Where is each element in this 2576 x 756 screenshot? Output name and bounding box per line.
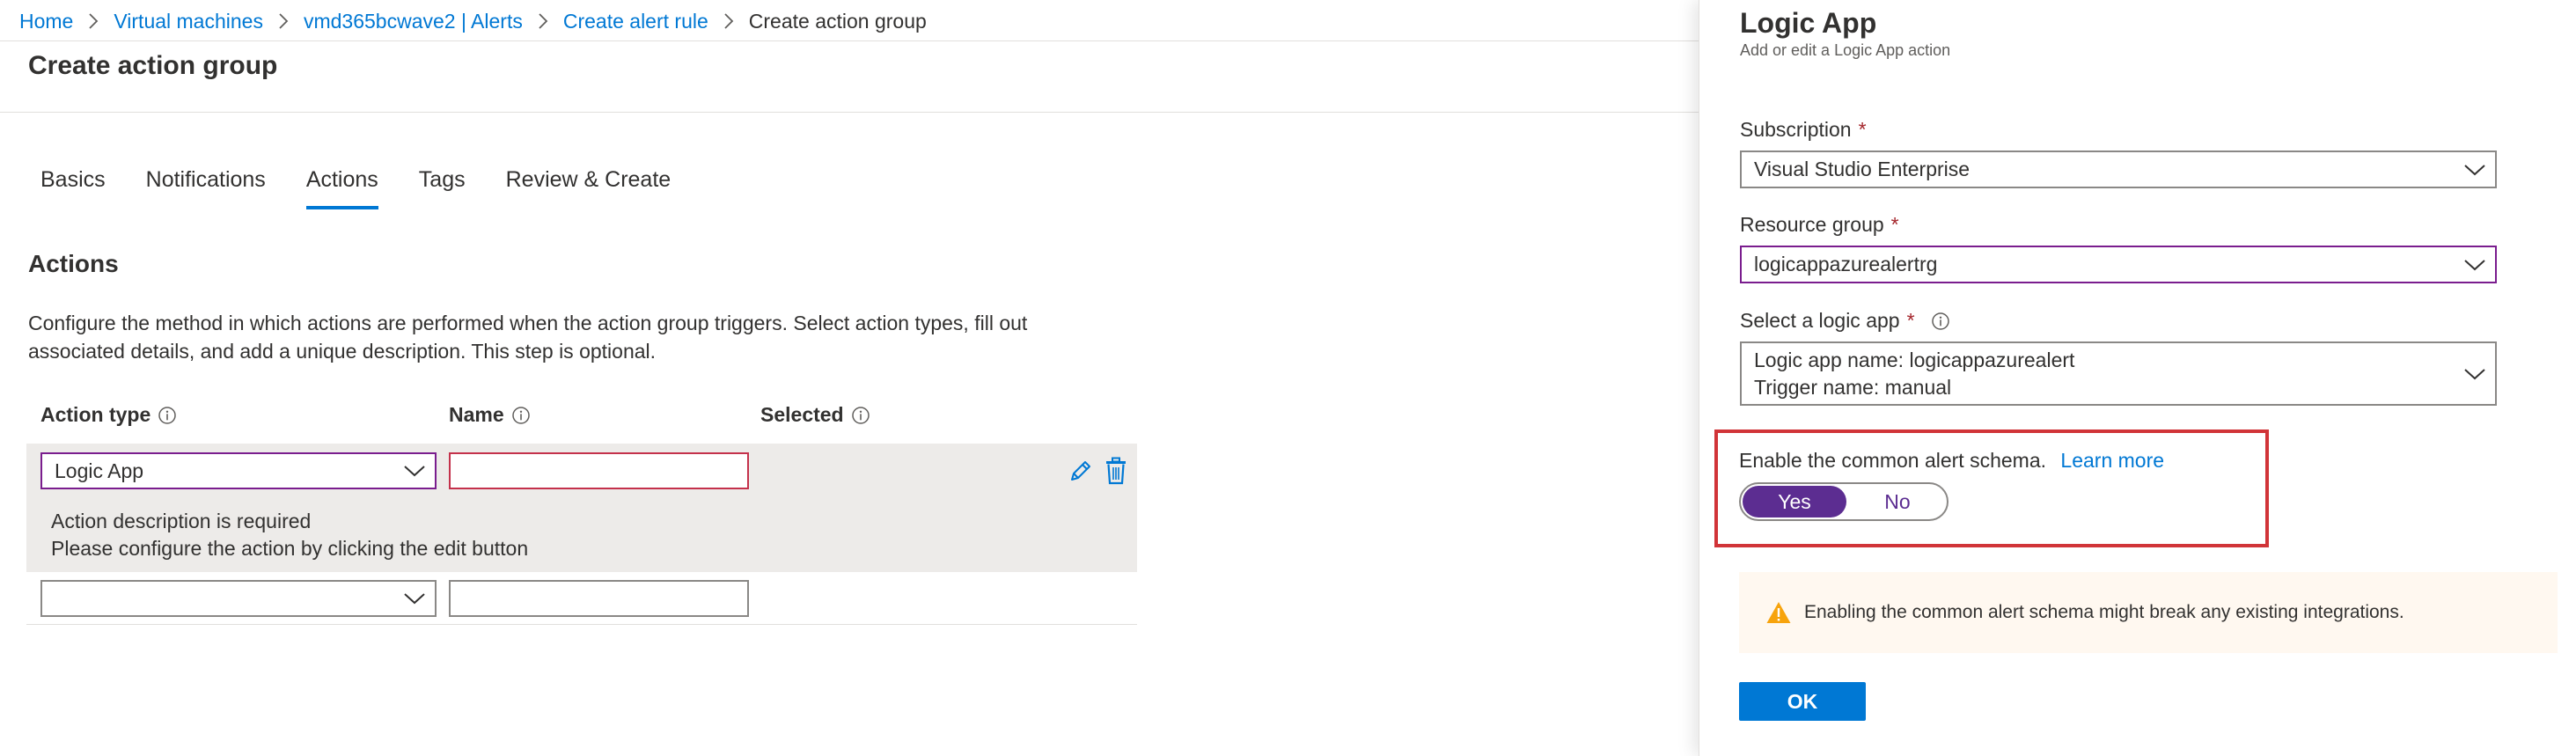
- row-message-line1: Action description is required: [51, 510, 312, 532]
- actions-section-title: Actions: [28, 250, 119, 277]
- column-header-selected: Selected: [760, 403, 870, 427]
- trigger-name-value: Trigger name: manual: [1754, 375, 1952, 399]
- common-alert-schema-label: Enable the common alert schema. Learn mo…: [1739, 449, 2164, 473]
- row-message-line2: Please configure the action by clicking …: [51, 537, 529, 560]
- info-icon[interactable]: [511, 406, 531, 425]
- actions-description-line2: associated details, and add a unique des…: [28, 340, 657, 363]
- learn-more-link[interactable]: Learn more: [2060, 449, 2164, 472]
- tab-tags[interactable]: Tags: [419, 167, 466, 209]
- schema-label-text: Enable the common alert schema.: [1739, 449, 2047, 472]
- column-header-label: Action type: [40, 403, 151, 426]
- warning-icon: [1765, 600, 1792, 625]
- delete-icon[interactable]: [1102, 456, 1130, 486]
- schema-warning-banner: Enabling the common alert schema might b…: [1739, 572, 2558, 653]
- breadcrumb-current: Create action group: [748, 9, 927, 33]
- action-name-input-empty[interactable]: [449, 580, 749, 617]
- create-action-group-page: Home Virtual machines vmd365bcwave2 | Al…: [0, 0, 1699, 756]
- toggle-yes-option[interactable]: Yes: [1743, 486, 1846, 517]
- tab-review-create[interactable]: Review & Create: [506, 167, 672, 209]
- title-divider: [0, 112, 1699, 113]
- common-alert-schema-toggle[interactable]: Yes No: [1739, 482, 1949, 521]
- required-marker: *: [1890, 213, 1899, 236]
- chevron-right-icon: [530, 8, 556, 34]
- info-icon[interactable]: [851, 406, 870, 425]
- chevron-right-icon: [80, 8, 106, 34]
- subscription-dropdown[interactable]: Visual Studio Enterprise: [1740, 150, 2497, 188]
- logic-app-name-value: Logic app name: logicappazurealert: [1754, 348, 2075, 371]
- panel-title: Logic App: [1740, 7, 1877, 39]
- resource-group-dropdown[interactable]: logicappazurealertrg: [1740, 246, 2497, 283]
- field-label-text: Subscription: [1740, 118, 1852, 141]
- chevron-right-icon: [270, 8, 297, 34]
- field-label-text: Resource group: [1740, 213, 1884, 236]
- tab-bar: Basics Notifications Actions Tags Review…: [40, 167, 711, 211]
- column-header-name: Name: [449, 403, 531, 427]
- action-type-value: Logic App: [55, 459, 144, 482]
- action-name-input[interactable]: [449, 452, 749, 489]
- required-marker: *: [1858, 118, 1867, 141]
- tab-notifications[interactable]: Notifications: [146, 167, 266, 209]
- row-actions: [1067, 456, 1130, 486]
- action-type-dropdown[interactable]: Logic App: [40, 452, 437, 489]
- tab-actions[interactable]: Actions: [305, 167, 378, 209]
- breadcrumb-home[interactable]: Home: [19, 10, 73, 33]
- action-type-dropdown-empty[interactable]: [40, 580, 437, 617]
- tab-basics[interactable]: Basics: [40, 167, 106, 209]
- resource-group-value: logicappazurealertrg: [1754, 253, 1938, 275]
- logic-app-dropdown[interactable]: Logic app name: logicappazurealert Trigg…: [1740, 341, 2497, 406]
- info-icon[interactable]: [1931, 312, 1950, 331]
- info-icon[interactable]: [158, 406, 177, 425]
- resource-group-label: Resource group *: [1740, 213, 1899, 237]
- chevron-down-icon: [403, 591, 426, 606]
- row-divider: [26, 624, 1137, 625]
- subscription-value: Visual Studio Enterprise: [1754, 158, 1971, 180]
- edit-icon[interactable]: [1067, 456, 1095, 486]
- subscription-label: Subscription *: [1740, 118, 1867, 142]
- breadcrumb-create-alert-rule[interactable]: Create alert rule: [563, 10, 708, 33]
- breadcrumb-divider: [0, 40, 1699, 41]
- logic-app-label: Select a logic app *: [1740, 309, 1950, 333]
- field-label-text: Select a logic app: [1740, 309, 1900, 332]
- required-marker: *: [1906, 309, 1915, 332]
- toggle-no-option[interactable]: No: [1848, 484, 1947, 519]
- column-header-label: Selected: [760, 403, 844, 426]
- breadcrumb-vm-alerts[interactable]: vmd365bcwave2 | Alerts: [304, 10, 523, 33]
- ok-button[interactable]: OK: [1739, 682, 1866, 721]
- breadcrumb: Home Virtual machines vmd365bcwave2 | Al…: [19, 7, 927, 35]
- warning-text: Enabling the common alert schema might b…: [1804, 602, 2404, 622]
- column-header-label: Name: [449, 403, 504, 426]
- chevron-right-icon: [716, 8, 742, 34]
- actions-description: Configure the method in which actions ar…: [28, 309, 1084, 365]
- chevron-down-icon: [2463, 163, 2486, 177]
- chevron-down-icon: [2463, 258, 2486, 272]
- page-title: Create action group: [28, 51, 278, 80]
- row-validation-message: Action description is required Please co…: [51, 508, 528, 562]
- column-header-action-type: Action type: [40, 403, 177, 427]
- chevron-down-icon: [2463, 367, 2486, 381]
- breadcrumb-virtual-machines[interactable]: Virtual machines: [114, 10, 263, 33]
- actions-description-line1: Configure the method in which actions ar…: [28, 312, 1028, 334]
- chevron-down-icon: [403, 464, 426, 478]
- panel-subtitle: Add or edit a Logic App action: [1740, 41, 1951, 59]
